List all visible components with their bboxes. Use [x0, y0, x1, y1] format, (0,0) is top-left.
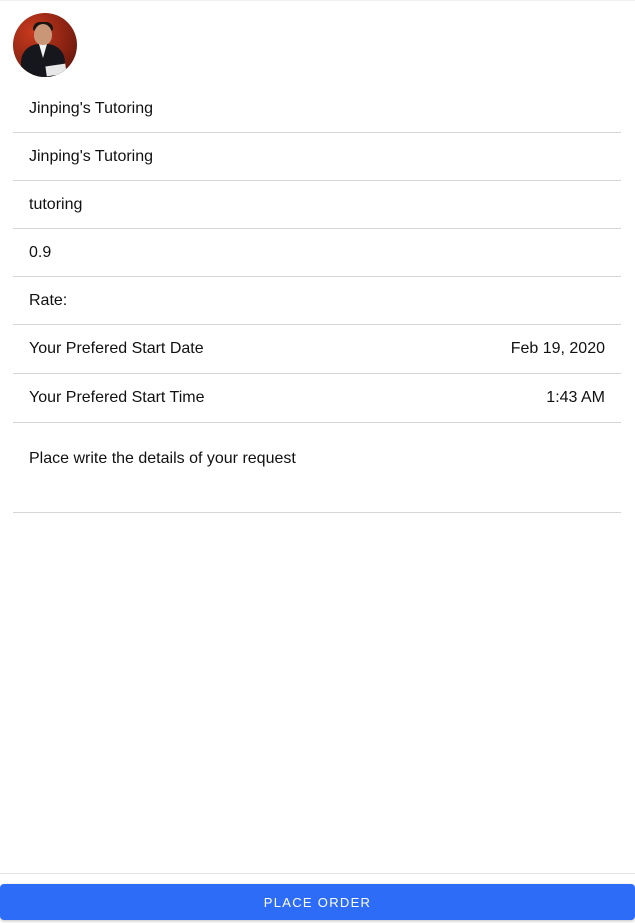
start-date-label: Your Prefered Start Date	[29, 340, 204, 357]
category-field[interactable]: tutoring	[13, 181, 621, 229]
footer-divider	[0, 873, 635, 874]
request-details-textarea[interactable]: Place write the details of your request	[13, 423, 621, 513]
place-order-button[interactable]: PLACE ORDER	[0, 884, 635, 920]
order-details-list: Jinping's Tutoring Jinping's Tutoring tu…	[13, 85, 621, 513]
provider-avatar	[13, 13, 77, 77]
start-time-picker[interactable]: Your Prefered Start Time 1:43 AM	[13, 374, 621, 423]
start-date-picker[interactable]: Your Prefered Start Date Feb 19, 2020	[13, 325, 621, 374]
category-text: tutoring	[29, 195, 83, 213]
business-name-field[interactable]: Jinping's Tutoring	[13, 85, 621, 133]
service-name-field[interactable]: Jinping's Tutoring	[13, 133, 621, 181]
service-name-text: Jinping's Tutoring	[29, 147, 154, 165]
price-field[interactable]: 0.9	[13, 229, 621, 277]
start-date-value: Feb 19, 2020	[510, 340, 605, 357]
start-time-label: Your Prefered Start Time	[29, 389, 205, 406]
request-details-placeholder: Place write the details of your request	[29, 450, 296, 467]
price-text: 0.9	[29, 243, 52, 261]
start-time-value: 1:43 AM	[546, 389, 605, 406]
business-name-text: Jinping's Tutoring	[29, 99, 154, 117]
rate-field[interactable]: Rate:	[13, 277, 621, 325]
order-form-page: Jinping's Tutoring Jinping's Tutoring tu…	[0, 0, 635, 923]
rate-label: Rate:	[29, 291, 68, 309]
